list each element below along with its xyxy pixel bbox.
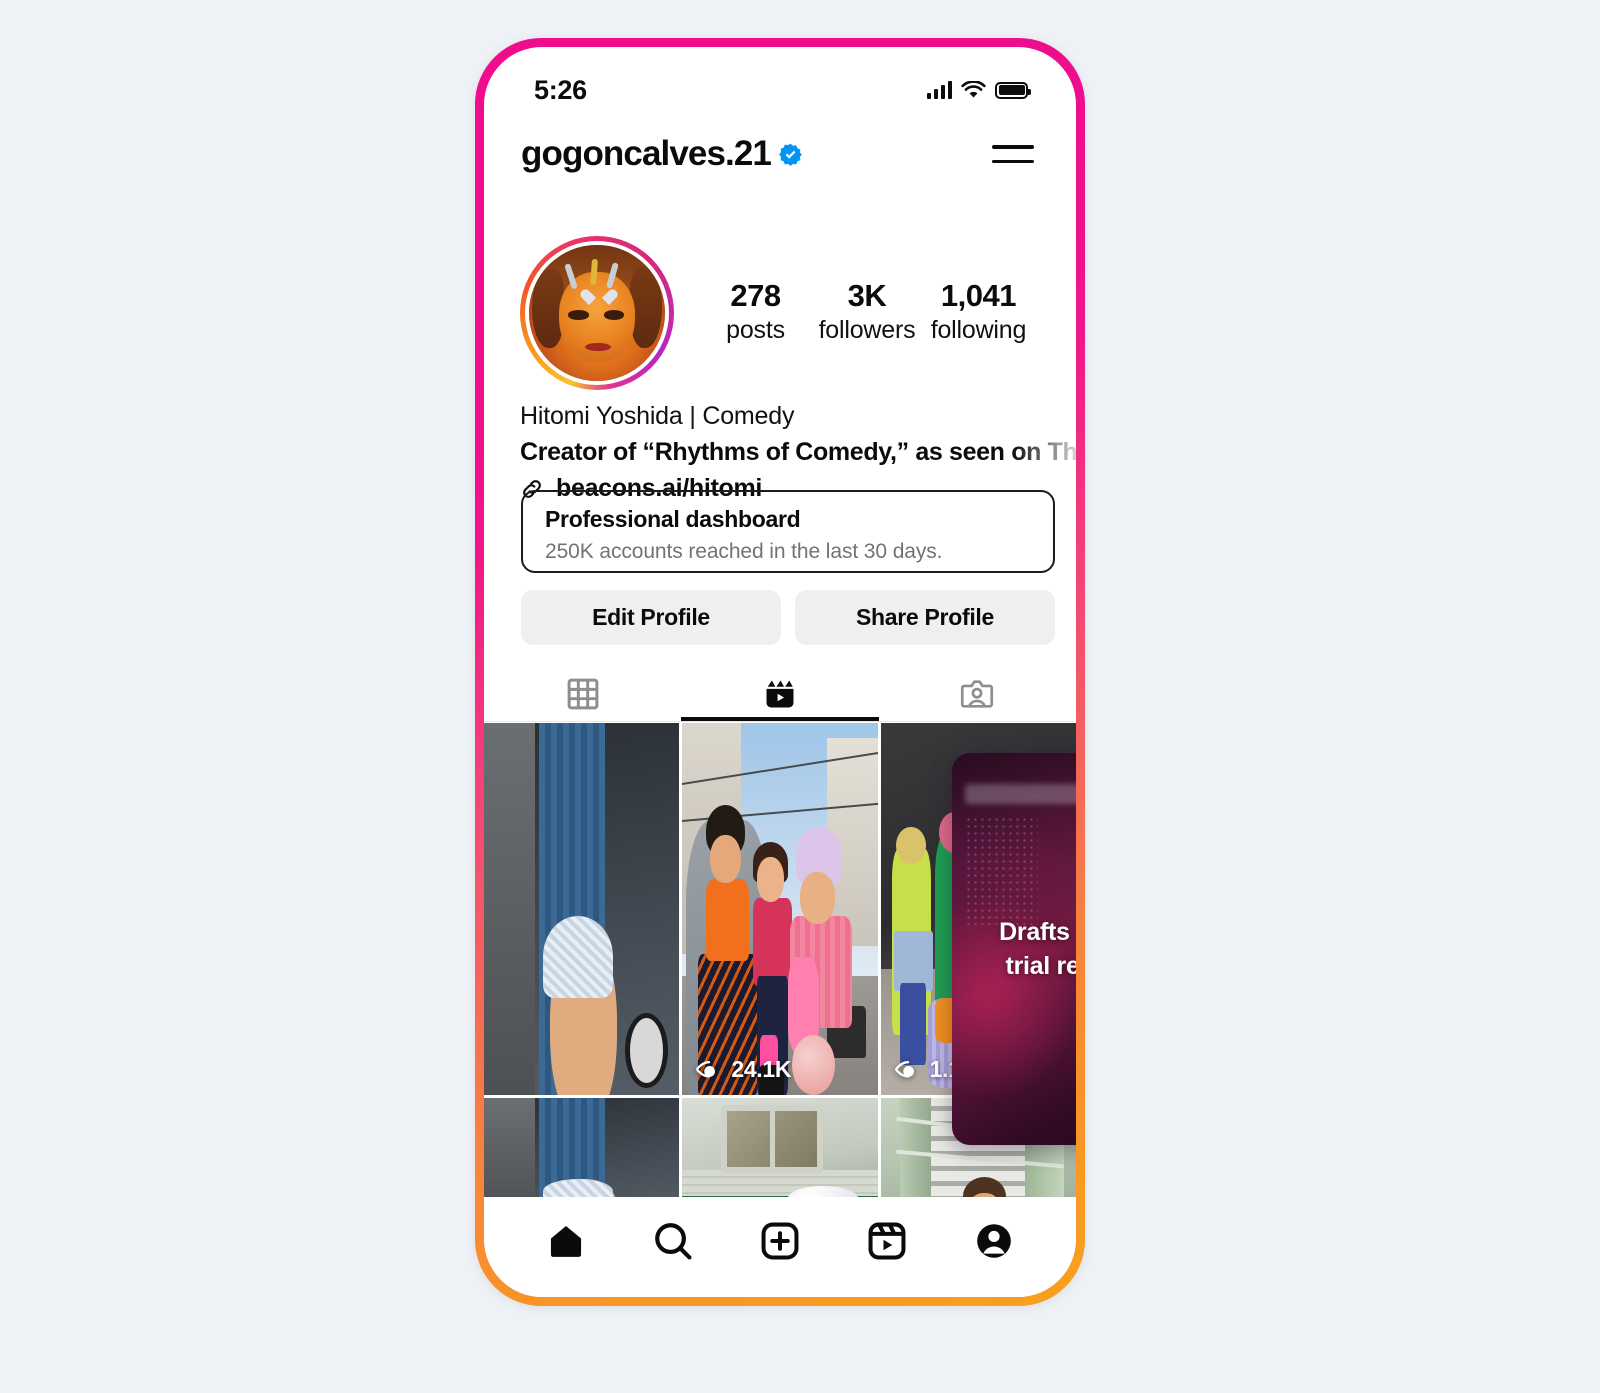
stat-posts-value: 278 [730, 277, 781, 313]
nav-profile[interactable] [961, 1211, 1027, 1271]
status-icons [926, 80, 1031, 100]
stat-following-label: following [930, 316, 1027, 345]
drafts-card-label: Drafts and trial reels [952, 753, 1076, 1145]
grid-cell-street-trio[interactable]: 24.1K [682, 723, 878, 1095]
grid-cell-row2-left[interactable] [484, 1098, 680, 1208]
status-time: 5:26 [534, 74, 587, 105]
search-icon [654, 1223, 692, 1260]
drafts-label-line2: trial reels [1005, 952, 1076, 980]
battery-full-icon [995, 81, 1031, 99]
view-count-badge: 24.1K [696, 1056, 792, 1083]
reels-icon [766, 680, 794, 707]
stat-followers-label: followers [818, 316, 916, 345]
play-count-icon [894, 1060, 914, 1078]
reel-window-building-thumbnail [682, 1098, 878, 1208]
username-wrap[interactable]: gogoncalves.21 [521, 134, 802, 174]
bottom-navigation [484, 1197, 1076, 1297]
reel-row2-left-thumbnail [484, 1098, 680, 1208]
tagged-person-icon [961, 679, 994, 708]
wifi-icon [961, 80, 986, 97]
stat-following[interactable]: 1,041 following [930, 277, 1027, 349]
nav-home[interactable] [533, 1211, 599, 1271]
profile-header: gogoncalves.21 [484, 119, 1076, 189]
dashboard-title: Professional dashboard [545, 506, 801, 532]
grid-icon [567, 678, 599, 709]
drafts-label-line1: Drafts and [999, 917, 1076, 946]
play-count-icon [696, 1060, 716, 1078]
stat-followers[interactable]: 3K followers [819, 278, 916, 349]
phone-screen: 5:26 gogoncalves.21 278 posts 3K followe… [484, 47, 1076, 1297]
avatar-inner-ring [525, 241, 669, 385]
page-title: gogoncalves.21 [521, 134, 772, 173]
reels-icon [868, 1222, 906, 1260]
profile-actions: Edit Profile Share Profile [521, 590, 1055, 645]
tab-grid[interactable] [484, 666, 681, 721]
drafts-and-trial-reels-card[interactable]: Drafts and trial reels [952, 753, 1076, 1145]
profile-circle-icon [977, 1224, 1012, 1258]
avatar-image [529, 245, 665, 381]
stat-following-value: 1,041 [940, 277, 1017, 313]
avatar[interactable] [520, 236, 674, 390]
nav-reels[interactable] [854, 1211, 920, 1271]
page-canvas: 5:26 gogoncalves.21 278 posts 3K followe… [0, 0, 1600, 1393]
grid-cell-window-building[interactable] [682, 1098, 878, 1208]
dashboard-subtitle: 250K accounts reached in the last 30 day… [545, 539, 943, 563]
verified-badge-icon [779, 143, 802, 166]
view-count-value: 24.1K [731, 1056, 792, 1082]
tab-reels[interactable] [681, 666, 879, 721]
nav-search[interactable] [640, 1211, 706, 1271]
hamburger-menu-icon[interactable] [992, 139, 1034, 169]
share-profile-button[interactable]: Share Profile [795, 590, 1055, 645]
profile-tabs [484, 666, 1076, 722]
stat-followers-value: 3K [847, 277, 887, 313]
edit-profile-button[interactable]: Edit Profile [521, 590, 781, 645]
bio-block: Hitomi Yoshida | Comedy Creator of “Rhyt… [520, 399, 1076, 503]
reel-street-trio-thumbnail [682, 723, 878, 1095]
professional-dashboard-card[interactable]: Professional dashboard 250K accounts rea… [521, 490, 1055, 573]
stats-group: 278 posts 3K followers 1,041 following [674, 278, 1036, 349]
stat-posts[interactable]: 278 posts [708, 278, 804, 349]
phone-frame: 5:26 gogoncalves.21 278 posts 3K followe… [475, 38, 1085, 1306]
profile-stats-row: 278 posts 3K followers 1,041 following [484, 236, 1076, 390]
cellular-signal-icon [926, 81, 952, 99]
home-icon [550, 1225, 581, 1257]
status-bar: 5:26 [484, 47, 1076, 115]
bio-text: Creator of “Rhythms of Comedy,” as seen … [520, 437, 1076, 466]
tab-tagged[interactable] [879, 666, 1076, 721]
display-name: Hitomi Yoshida | Comedy [520, 402, 795, 430]
stat-posts-label: posts [726, 316, 785, 345]
reel-left-column-thumbnail [484, 723, 680, 1095]
plus-square-icon [761, 1222, 799, 1260]
grid-cell-left-column[interactable] [484, 723, 680, 1095]
nav-create[interactable] [747, 1211, 813, 1271]
